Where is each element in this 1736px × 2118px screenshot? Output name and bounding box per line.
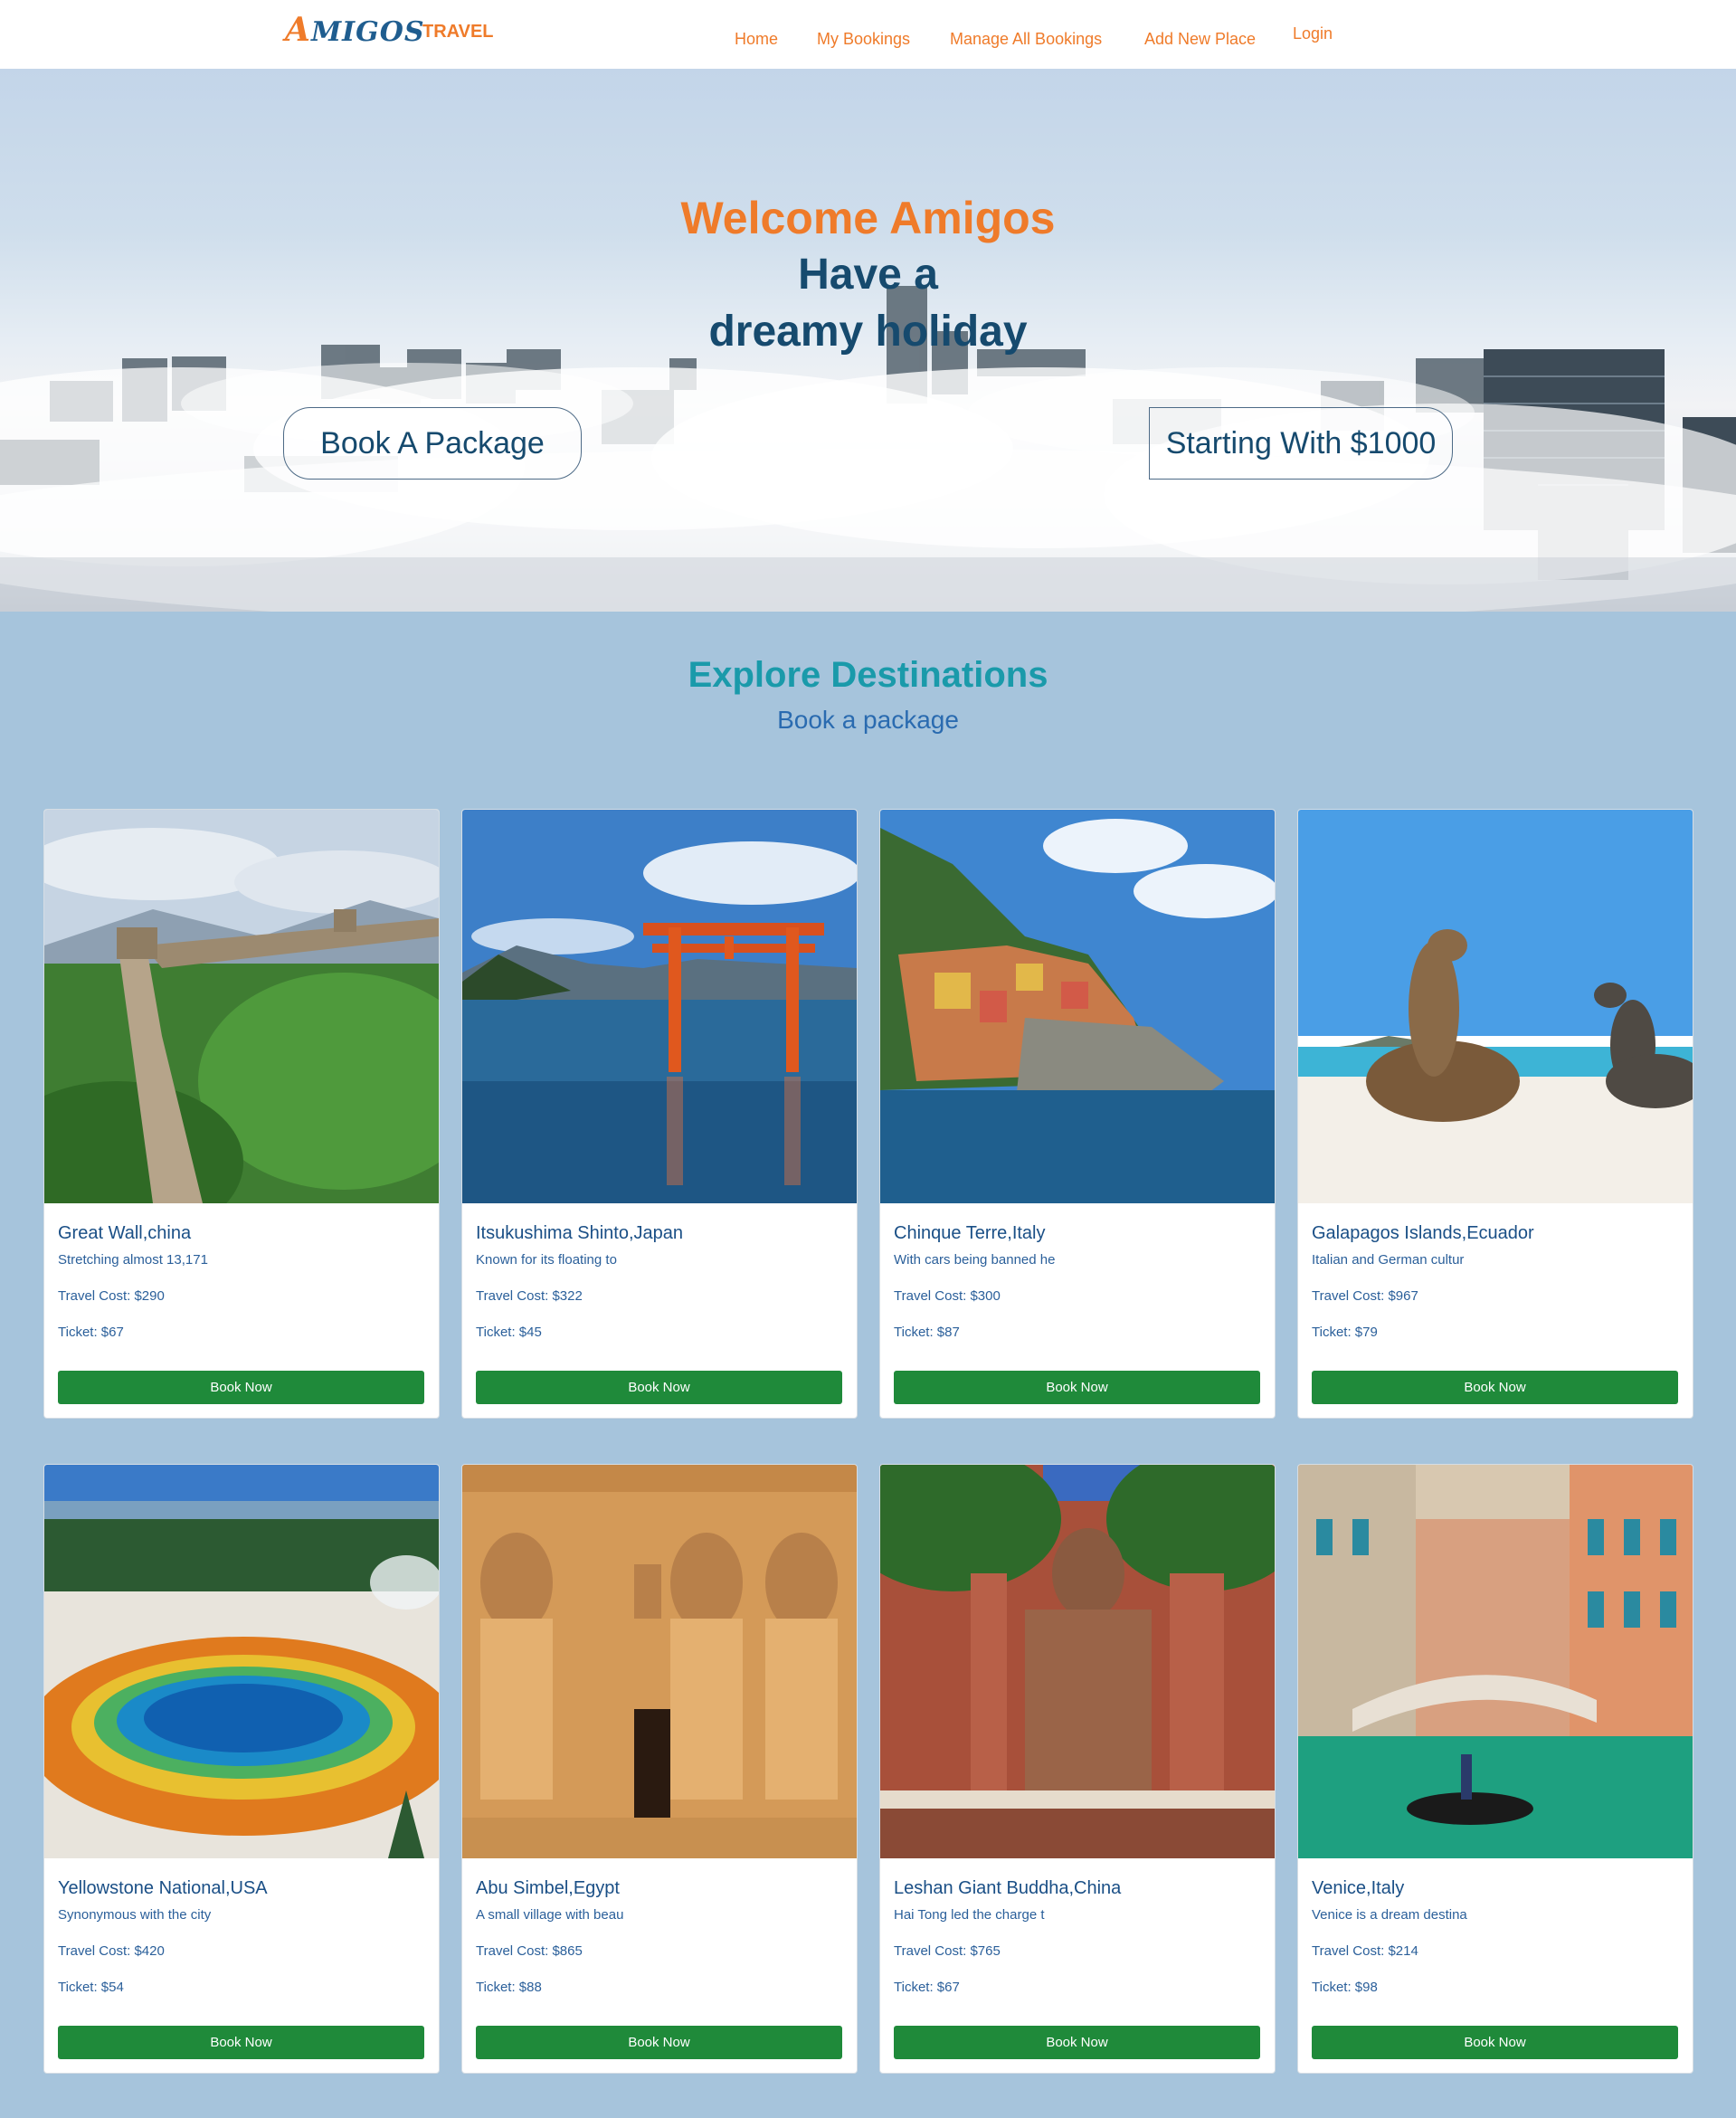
destination-card: Leshan Giant Buddha,China Hai Tong led t… [879,1464,1276,2074]
nav-add-new-place[interactable]: Add New Place [1144,30,1256,49]
destination-ticket-price: Ticket: $98 [1312,1980,1378,1995]
nav-manage-all-bookings[interactable]: Manage All Bookings [950,30,1102,49]
destination-card: Galapagos Islands,Ecuador Italian and Ge… [1297,809,1693,1419]
destination-title: Galapagos Islands,Ecuador [1312,1223,1534,1243]
destination-card: Chinque Terre,Italy With cars being bann… [879,809,1276,1419]
destination-description: Known for its floating to [476,1252,617,1268]
explore-heading: Explore Destinations [688,655,1048,695]
destination-ticket-price: Ticket: $67 [894,1980,960,1995]
destination-ticket-price: Ticket: $79 [1312,1325,1378,1340]
venice-canal-photo [1298,1465,1693,1858]
destination-travel-cost: Travel Cost: $300 [894,1288,1001,1304]
destination-description: Venice is a dream destina [1312,1907,1467,1923]
destination-description: Stretching almost 13,171 [58,1252,208,1268]
destination-card: Venice,Italy Venice is a dream destina T… [1297,1464,1693,2074]
destination-travel-cost: Travel Cost: $214 [1312,1943,1418,1959]
destination-card: Yellowstone National,USA Synonymous with… [43,1464,440,2074]
abu-simbel-photo [462,1465,857,1858]
destination-description: Synonymous with the city [58,1907,212,1923]
destination-travel-cost: Travel Cost: $865 [476,1943,583,1959]
cinque-terre-photo [880,810,1275,1203]
destination-travel-cost: Travel Cost: $765 [894,1943,1001,1959]
nav-links: Home My Bookings Manage All Bookings Add… [0,24,1736,54]
destination-title: Leshan Giant Buddha,China [894,1878,1122,1898]
destination-ticket-price: Ticket: $54 [58,1980,124,1995]
destination-description: A small village with beau [476,1907,624,1923]
hero-welcome-heading: Welcome Amigos [680,193,1056,243]
hot-spring-photo [44,1465,439,1858]
nav-my-bookings[interactable]: My Bookings [817,30,910,49]
book-now-button[interactable]: Book Now [1312,1371,1678,1404]
torii-gate-photo [462,810,857,1203]
destination-travel-cost: Travel Cost: $420 [58,1943,165,1959]
destination-title: Abu Simbel,Egypt [476,1878,620,1898]
sea-lions-photo [1298,810,1693,1203]
book-now-button[interactable]: Book Now [894,1371,1260,1404]
book-now-button[interactable]: Book Now [476,1371,842,1404]
book-package-button[interactable]: Book A Package [283,407,582,480]
destination-title: Chinque Terre,Italy [894,1223,1046,1243]
great-wall-photo [44,810,439,1203]
destination-travel-cost: Travel Cost: $322 [476,1288,583,1304]
destination-description: Italian and German cultur [1312,1252,1465,1268]
book-now-button[interactable]: Book Now [1312,2026,1678,2059]
destination-title: Yellowstone National,USA [58,1878,268,1898]
destination-title: Great Wall,china [58,1223,192,1243]
navbar: AMIGOS TRAVEL Home My Bookings Manage Al… [0,0,1736,69]
destination-description: With cars being banned he [894,1252,1056,1268]
destination-title: Venice,Italy [1312,1878,1405,1898]
giant-buddha-photo [880,1465,1275,1858]
destination-travel-cost: Travel Cost: $967 [1312,1288,1418,1304]
hero-tagline: Have a dreamy holiday [0,246,1736,360]
hero-banner: Welcome Amigos Have a dreamy holiday Boo… [0,69,1736,612]
destination-ticket-price: Ticket: $87 [894,1325,960,1340]
book-now-button[interactable]: Book Now [476,2026,842,2059]
explore-subheading: Book a package [777,706,959,734]
destination-travel-cost: Travel Cost: $290 [58,1288,165,1304]
book-now-button[interactable]: Book Now [58,2026,424,2059]
destination-card: Itsukushima Shinto,Japan Known for its f… [461,809,858,1419]
destination-card: Great Wall,china Stretching almost 13,17… [43,809,440,1419]
book-now-button[interactable]: Book Now [58,1371,424,1404]
destination-ticket-price: Ticket: $45 [476,1325,542,1340]
starting-price-button[interactable]: Starting With $1000 [1149,407,1453,480]
destination-ticket-price: Ticket: $67 [58,1325,124,1340]
destination-title: Itsukushima Shinto,Japan [476,1223,684,1243]
hero-tagline-line-2: dreamy holiday [708,308,1028,356]
destination-description: Hai Tong led the charge t [894,1907,1045,1923]
nav-login[interactable]: Login [1293,24,1333,43]
destination-card: Abu Simbel,Egypt A small village with be… [461,1464,858,2074]
destination-ticket-price: Ticket: $88 [476,1980,542,1995]
nav-home[interactable]: Home [735,30,778,49]
book-now-button[interactable]: Book Now [894,2026,1260,2059]
hero-tagline-line-1: Have a [798,251,938,299]
